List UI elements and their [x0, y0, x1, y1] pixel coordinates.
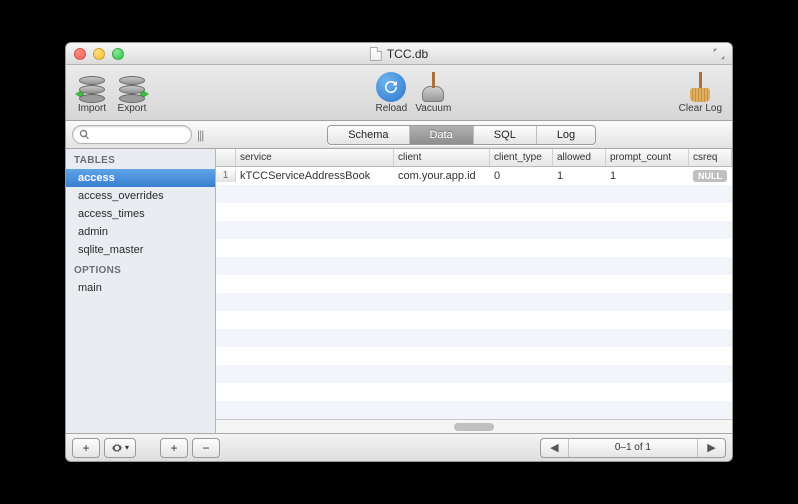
reload-button[interactable]: Reload: [375, 71, 407, 114]
import-button[interactable]: Import: [76, 71, 108, 114]
cell-allowed[interactable]: 1: [553, 170, 606, 182]
zoom-icon[interactable]: [112, 48, 124, 60]
minimize-icon[interactable]: [93, 48, 105, 60]
cell-service[interactable]: kTCCServiceAddressBook: [236, 170, 394, 182]
sidebar-item-access[interactable]: access: [66, 169, 215, 187]
window-controls: [66, 48, 124, 60]
cell-prompt-count[interactable]: 1: [606, 170, 689, 182]
row-remove-button[interactable]: −: [192, 438, 220, 458]
col-client-type[interactable]: client_type: [490, 149, 553, 166]
cell-client[interactable]: com.your.app.id: [394, 170, 490, 182]
col-service[interactable]: service: [236, 149, 394, 166]
title-text: TCC.db: [387, 47, 428, 61]
vacuum-button[interactable]: Vacuum: [415, 71, 451, 114]
sidebar-item-admin[interactable]: admin: [66, 223, 215, 241]
grid-header: service client client_type allowed promp…: [216, 149, 732, 167]
gear-icon: [111, 442, 123, 454]
cell-csreq[interactable]: NULL: [689, 170, 732, 182]
rownum-header: [216, 149, 236, 166]
page-next-button[interactable]: ▶: [697, 439, 725, 457]
grid-body[interactable]: 1 kTCCServiceAddressBook com.your.app.id…: [216, 167, 732, 419]
search-input[interactable]: [93, 129, 183, 141]
titlebar: TCC.db: [66, 43, 732, 65]
vacuum-label: Vacuum: [415, 103, 451, 114]
search-icon: [79, 129, 90, 140]
table-row[interactable]: 1 kTCCServiceAddressBook com.your.app.id…: [216, 167, 732, 185]
page-prev-button[interactable]: ◀: [541, 439, 569, 457]
window-title: TCC.db: [370, 47, 428, 61]
sidebar-header-options: OPTIONS: [66, 259, 215, 279]
row-number: 1: [216, 170, 236, 182]
sidebar-item-sqlite-master[interactable]: sqlite_master: [66, 241, 215, 259]
document-icon: [370, 47, 382, 61]
sidebar-header-tables: TABLES: [66, 149, 215, 169]
col-client[interactable]: client: [394, 149, 490, 166]
col-allowed[interactable]: allowed: [553, 149, 606, 166]
import-label: Import: [78, 103, 106, 114]
tab-data[interactable]: Data: [410, 126, 474, 144]
sub-toolbar: ||| Schema Data SQL Log: [66, 121, 732, 149]
sidebar-item-main[interactable]: main: [66, 279, 215, 297]
sidebar: TABLES access access_overrides access_ti…: [66, 149, 216, 433]
main-toolbar: Import Export Reload Vacuum Clear Log: [66, 65, 732, 121]
footer-bar: + ▾ + − ◀ 0–1 of 1 ▶: [66, 433, 732, 461]
sidebar-gear-button[interactable]: ▾: [104, 438, 136, 458]
col-csreq[interactable]: csreq: [689, 149, 732, 166]
sidebar-item-access-times[interactable]: access_times: [66, 205, 215, 223]
tab-schema[interactable]: Schema: [328, 126, 409, 144]
tab-log[interactable]: Log: [537, 126, 595, 144]
tab-sql[interactable]: SQL: [474, 126, 537, 144]
main-body: TABLES access access_overrides access_ti…: [66, 149, 732, 433]
row-add-button[interactable]: +: [160, 438, 188, 458]
app-window: TCC.db Import Export Reload Vacuum: [65, 42, 733, 462]
search-field[interactable]: [72, 125, 192, 144]
null-badge: NULL: [693, 170, 727, 182]
export-label: Export: [118, 103, 147, 114]
fullscreen-icon[interactable]: [712, 47, 726, 61]
close-icon[interactable]: [74, 48, 86, 60]
page-info: 0–1 of 1: [569, 442, 697, 453]
sidebar-item-access-overrides[interactable]: access_overrides: [66, 187, 215, 205]
export-button[interactable]: Export: [116, 71, 148, 114]
data-grid: service client client_type allowed promp…: [216, 149, 732, 433]
sidebar-add-button[interactable]: +: [72, 438, 100, 458]
sidebar-resize-handle[interactable]: |||: [197, 128, 203, 142]
col-prompt-count[interactable]: prompt_count: [606, 149, 689, 166]
horizontal-scrollbar[interactable]: [216, 419, 732, 433]
clearlog-button[interactable]: Clear Log: [679, 71, 722, 114]
scrollbar-thumb[interactable]: [454, 423, 494, 431]
cell-client-type[interactable]: 0: [490, 170, 553, 182]
clearlog-label: Clear Log: [679, 103, 722, 114]
reload-label: Reload: [375, 103, 407, 114]
pager: ◀ 0–1 of 1 ▶: [540, 438, 726, 458]
view-segmented-control: Schema Data SQL Log: [327, 125, 596, 145]
